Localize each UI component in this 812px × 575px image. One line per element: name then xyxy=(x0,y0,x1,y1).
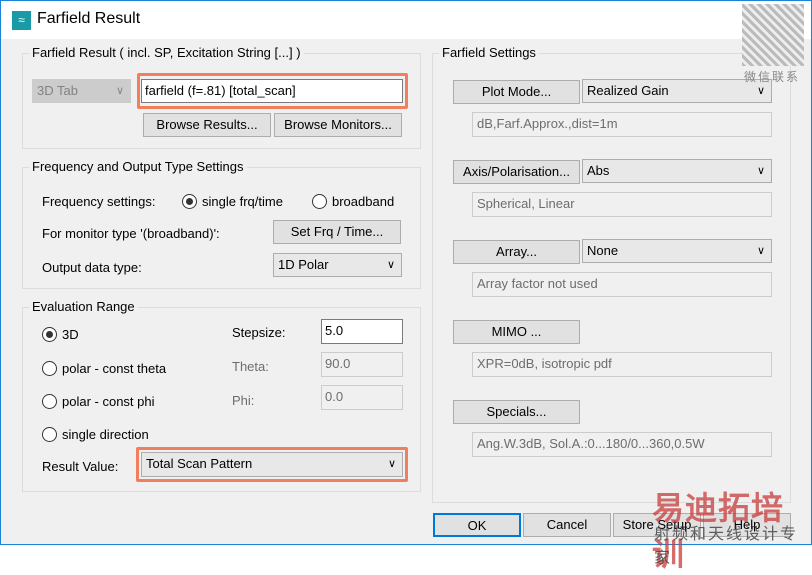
stepsize-label: Stepsize: xyxy=(232,325,286,340)
radio-polar-const-phi[interactable]: polar - const phi xyxy=(42,394,155,409)
tab-combo-value: 3D Tab xyxy=(37,83,78,98)
select-value: Realized Gain xyxy=(587,83,669,98)
chevron-down-icon: ∨ xyxy=(756,165,765,177)
frequency-settings-label: Frequency settings: xyxy=(42,194,156,209)
browse-monitors-button[interactable]: Browse Monitors... xyxy=(274,113,402,137)
plot-mode-button[interactable]: Plot Mode... xyxy=(453,80,580,104)
select-value: 1D Polar xyxy=(278,257,329,272)
output-data-type-label: Output data type: xyxy=(42,260,142,275)
select-value: Abs xyxy=(587,163,610,178)
specials-button[interactable]: Specials... xyxy=(453,400,580,424)
watermark-contact: 微信联系 xyxy=(744,70,801,84)
axis-polarisation-button[interactable]: Axis/Polarisation... xyxy=(453,160,580,184)
axis-polarisation-select[interactable]: Abs ∨ xyxy=(582,159,772,183)
array-button[interactable]: Array... xyxy=(453,240,580,264)
select-value: Total Scan Pattern xyxy=(146,456,253,471)
browse-results-button[interactable]: Browse Results... xyxy=(143,113,271,137)
qr-code-watermark xyxy=(742,4,804,66)
app-icon: ≈ xyxy=(12,11,31,30)
farfield-result-input[interactable]: farfield (f=.81) [total_scan] xyxy=(141,79,403,103)
radio-dot xyxy=(312,194,327,209)
axis-info: Spherical, Linear xyxy=(472,192,772,217)
radio-single-frq[interactable]: single frq/time xyxy=(182,194,283,209)
group-label: Evaluation Range xyxy=(29,299,138,314)
plot-mode-info: dB,Farf.Approx.,dist=1m xyxy=(472,112,772,137)
group-label: Frequency and Output Type Settings xyxy=(29,159,247,174)
phi-label: Phi: xyxy=(232,393,255,408)
array-info: Array factor not used xyxy=(472,272,772,297)
stepsize-input[interactable]: 5.0 xyxy=(321,319,403,344)
radio-label: single frq/time xyxy=(202,194,283,209)
radio-dot xyxy=(42,361,57,376)
cancel-button[interactable]: Cancel xyxy=(523,513,611,537)
radio-label: polar - const theta xyxy=(62,361,167,376)
output-data-type-select[interactable]: 1D Polar ∨ xyxy=(273,253,402,277)
chevron-down-icon: ∨ xyxy=(386,259,395,271)
theta-label: Theta: xyxy=(232,359,269,374)
farfield-result-dialog: ≈ Farfield Result Farfield Result ( incl… xyxy=(0,0,812,545)
radio-dot xyxy=(182,194,197,209)
watermark-subtitle: 射频和天线设计专家 xyxy=(654,526,799,567)
radio-broadband[interactable]: broadband xyxy=(312,194,394,209)
ok-button[interactable]: OK xyxy=(433,513,521,537)
result-value-select[interactable]: Total Scan Pattern ∨ xyxy=(141,452,403,477)
group-label: Farfield Settings xyxy=(439,45,539,60)
radio-label: broadband xyxy=(332,194,395,209)
radio-3d[interactable]: 3D xyxy=(42,327,79,342)
radio-dot xyxy=(42,327,57,342)
radio-dot xyxy=(42,427,57,442)
phi-input[interactable]: 0.0 xyxy=(321,385,403,410)
radio-label: single direction xyxy=(62,427,149,442)
specials-info: Ang.W.3dB, Sol.A.:0...180/0...360,0.5W xyxy=(472,432,772,457)
result-value-label: Result Value: xyxy=(42,459,119,474)
array-select[interactable]: None ∨ xyxy=(582,239,772,263)
theta-input[interactable]: 90.0 xyxy=(321,352,403,377)
monitor-type-label: For monitor type '(broadband)': xyxy=(42,226,220,241)
chevron-down-icon: ∨ xyxy=(756,245,765,257)
set-frq-time-button[interactable]: Set Frq / Time... xyxy=(273,220,401,244)
chevron-down-icon: ∨ xyxy=(387,458,396,470)
title-bar: ≈ Farfield Result xyxy=(1,1,811,39)
radio-single-direction[interactable]: single direction xyxy=(42,427,149,442)
radio-label: 3D xyxy=(62,327,79,342)
radio-polar-const-theta[interactable]: polar - const theta xyxy=(42,361,166,376)
chevron-down-icon: ∨ xyxy=(115,85,124,97)
select-value: None xyxy=(587,243,619,258)
mimo-info: XPR=0dB, isotropic pdf xyxy=(472,352,772,377)
window-title: Farfield Result xyxy=(37,10,141,27)
radio-label: polar - const phi xyxy=(62,394,155,409)
mimo-button[interactable]: MIMO ... xyxy=(453,320,580,344)
radio-dot xyxy=(42,394,57,409)
group-label: Farfield Result ( incl. SP, Excitation S… xyxy=(29,45,304,60)
tab-combo: 3D Tab ∨ xyxy=(32,79,131,103)
